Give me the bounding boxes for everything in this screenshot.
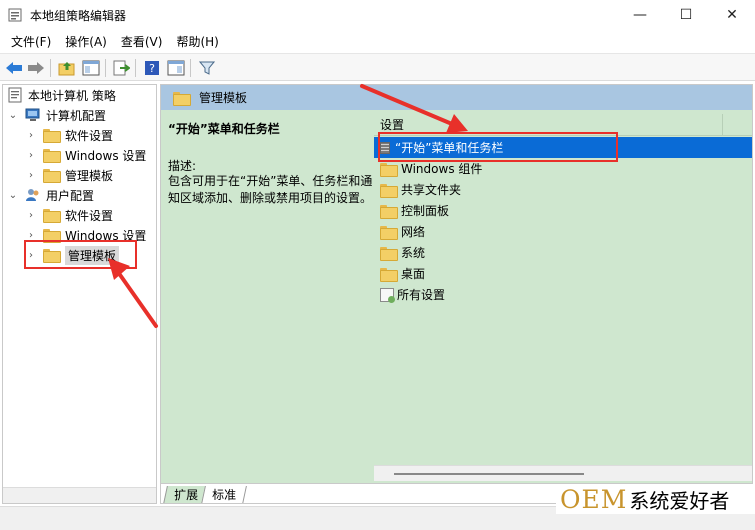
scrollbar-thumb[interactable] xyxy=(394,473,584,475)
tree-item-computer-windows-settings[interactable]: › Windows 设置 xyxy=(25,145,146,165)
list-item-label: 共享文件夹 xyxy=(401,183,462,197)
tree-label: 本地计算机 策略 xyxy=(28,88,116,103)
settings-list: 设置 “开始”菜单和任务栏 Windows 组件 共享文件夹 控制面板 网络 系… xyxy=(374,110,752,465)
content-header-title: 管理模板 xyxy=(199,91,248,105)
menu-view[interactable]: 查看(V) xyxy=(114,30,170,52)
list-item-label: 网络 xyxy=(401,225,426,239)
list-item-label: 桌面 xyxy=(401,267,426,281)
content-header: 管理模板 xyxy=(161,85,752,110)
back-arrow-icon[interactable] xyxy=(4,58,24,78)
menu-action[interactable]: 操作(A) xyxy=(58,30,114,52)
title-bar: 本地组策略编辑器 — ☐ ✕ xyxy=(0,0,755,30)
tab-standard[interactable]: 标准 xyxy=(201,486,247,503)
help-icon[interactable]: ? xyxy=(142,58,162,78)
tree-item-local-policy[interactable]: 本地计算机 策略 xyxy=(7,85,116,105)
chevron-right-icon[interactable]: › xyxy=(25,170,37,181)
list-item-label: 系统 xyxy=(401,246,426,260)
list-item-network[interactable]: 网络 xyxy=(374,221,752,242)
column-header-label: 设置 xyxy=(380,118,405,132)
menu-bar: 文件(F) 操作(A) 查看(V) 帮助(H) xyxy=(0,30,755,52)
tree-label: 软件设置 xyxy=(65,128,114,143)
tree-item-computer-config[interactable]: ⌄ 计算机配置 xyxy=(7,105,106,125)
users-icon xyxy=(26,189,39,201)
chevron-right-icon[interactable]: › xyxy=(25,230,37,241)
window-title: 本地组策略编辑器 xyxy=(30,9,127,23)
export-list-icon[interactable] xyxy=(111,58,131,78)
list-item-control-panel[interactable]: 控制面板 xyxy=(374,200,752,221)
computer-icon xyxy=(25,108,40,121)
annotation-highlight-tree xyxy=(24,240,137,269)
watermark-suffix: 系统爱好者 xyxy=(629,488,730,513)
folder-icon xyxy=(43,169,61,183)
maximize-button[interactable]: ☐ xyxy=(663,0,709,30)
tree-item-computer-software-settings[interactable]: › 软件设置 xyxy=(25,125,113,145)
annotation-highlight-list xyxy=(378,132,618,162)
forward-arrow-icon[interactable] xyxy=(26,58,46,78)
list-item-desktop[interactable]: 桌面 xyxy=(374,263,752,284)
chevron-right-icon[interactable]: › xyxy=(25,150,37,161)
chevron-right-icon[interactable]: › xyxy=(25,130,37,141)
tree-label: 管理模板 xyxy=(65,168,114,183)
chevron-down-icon[interactable]: ⌄ xyxy=(7,190,19,201)
list-item-label: Windows 组件 xyxy=(401,162,483,176)
filter-icon[interactable] xyxy=(197,58,217,78)
tree-item-user-software-settings[interactable]: › 软件设置 xyxy=(25,205,113,225)
list-item-system[interactable]: 系统 xyxy=(374,242,752,263)
tree-label: 计算机配置 xyxy=(46,108,107,123)
list-horizontal-scrollbar[interactable] xyxy=(374,465,752,481)
up-folder-icon[interactable] xyxy=(57,58,77,78)
folder-icon xyxy=(380,204,398,219)
show-hide-tree-icon[interactable] xyxy=(81,58,101,78)
tree-label: Windows 设置 xyxy=(65,148,147,163)
svg-text:?: ? xyxy=(149,62,155,75)
tree-pane: 本地计算机 策略 ⌄ 计算机配置 › 软件设置 › Windows 设置 › 管… xyxy=(2,84,157,504)
tab-label: 扩展 xyxy=(174,488,199,502)
policy-document-icon xyxy=(8,87,22,103)
folder-icon xyxy=(380,162,398,177)
toolbar: ? xyxy=(0,53,755,81)
tree-label: 用户配置 xyxy=(46,188,95,203)
tree-item-user-config[interactable]: ⌄ 用户配置 xyxy=(7,185,94,205)
folder-icon xyxy=(43,149,61,163)
description-label: 描述: xyxy=(168,159,197,173)
folder-icon xyxy=(380,246,398,261)
folder-icon xyxy=(380,225,398,240)
close-button[interactable]: ✕ xyxy=(709,0,755,30)
chevron-down-icon[interactable]: ⌄ xyxy=(7,110,19,121)
tree-item-computer-admin-templates[interactable]: › 管理模板 xyxy=(25,165,113,185)
watermark-logo: OEM 系统爱好者 xyxy=(556,484,755,514)
tree-horizontal-scrollbar[interactable] xyxy=(3,487,156,503)
list-item-label: 所有设置 xyxy=(397,288,446,302)
menu-help[interactable]: 帮助(H) xyxy=(169,30,225,52)
chevron-right-icon[interactable]: › xyxy=(25,210,37,221)
list-item-all-settings[interactable]: 所有设置 xyxy=(374,284,752,305)
folder-icon xyxy=(380,267,398,282)
folder-icon xyxy=(43,129,61,143)
selected-item-title: “开始”菜单和任务栏 xyxy=(168,122,280,136)
list-item-label: 控制面板 xyxy=(401,204,450,218)
folder-icon xyxy=(43,209,61,223)
minimize-button[interactable]: — xyxy=(617,0,663,30)
watermark-brand: OEM xyxy=(560,484,628,514)
menu-file[interactable]: 文件(F) xyxy=(4,30,58,52)
column-divider[interactable] xyxy=(722,114,723,136)
description-text: 包含可用于在“开始”菜单、任务栏和通知区域添加、删除或禁用项目的设置。 xyxy=(168,174,373,205)
folder-icon xyxy=(380,183,398,198)
tab-label: 标准 xyxy=(212,488,237,502)
tree-label: 软件设置 xyxy=(65,208,114,223)
app-icon xyxy=(8,8,22,22)
all-settings-icon xyxy=(380,287,395,303)
folder-icon xyxy=(173,91,191,106)
properties-pane-icon[interactable] xyxy=(166,58,186,78)
list-item-shared-folders[interactable]: 共享文件夹 xyxy=(374,179,752,200)
